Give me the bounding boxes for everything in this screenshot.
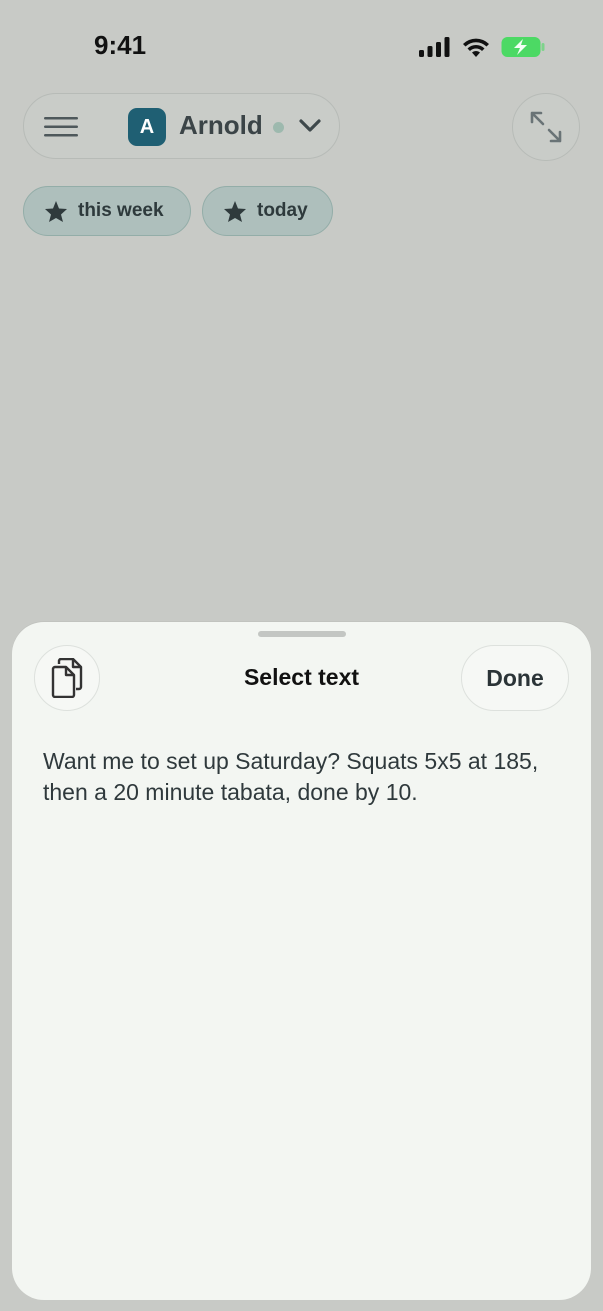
select-text-sheet: Select text Done Want me to set up Satur…	[12, 622, 591, 1300]
agent-selector[interactable]: A Arnold	[23, 93, 340, 159]
selectable-text[interactable]: Want me to set up Saturday? Squats 5x5 a…	[43, 746, 543, 808]
chevron-down-icon[interactable]	[298, 118, 322, 134]
agent-name: Arnold	[179, 110, 263, 140]
chip-today[interactable]: today	[202, 186, 333, 236]
expand-arrows-icon	[530, 111, 562, 143]
screen: 9:41 A Arnold this week today Select tex…	[0, 0, 603, 1311]
star-icon	[224, 200, 246, 222]
status-time: 9:41	[94, 30, 147, 60]
cellular-signal-icon	[419, 37, 450, 57]
star-icon	[45, 200, 67, 222]
battery-charging-icon	[501, 37, 545, 57]
avatar: A	[128, 108, 166, 146]
online-status-dot	[273, 122, 284, 133]
wifi-icon	[463, 38, 489, 57]
status-icons	[419, 36, 545, 58]
done-button[interactable]: Done	[461, 645, 569, 711]
chip-label: today	[257, 200, 308, 221]
hamburger-menu-icon[interactable]	[44, 116, 78, 138]
sheet-grabber[interactable]	[258, 631, 346, 637]
chip-label: this week	[78, 200, 164, 221]
chip-this-week[interactable]: this week	[23, 186, 191, 236]
expand-button[interactable]	[512, 93, 580, 161]
